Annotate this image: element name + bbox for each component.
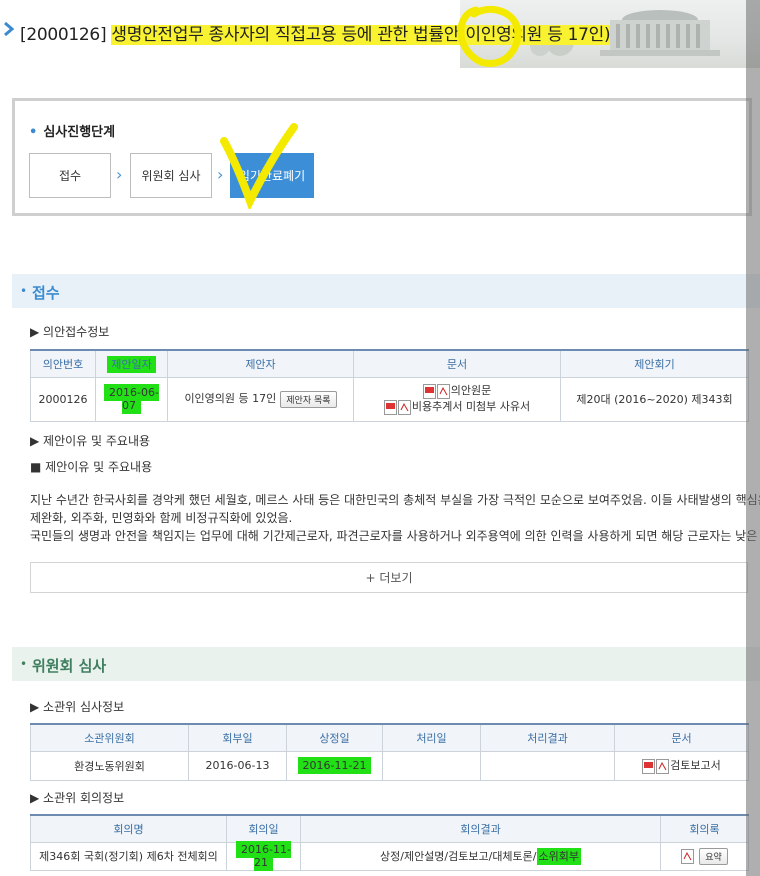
section-committee-header: • 위원회 심사 xyxy=(12,647,760,681)
pdf-file-icon[interactable] xyxy=(656,758,670,774)
receipt-info-table: 의안번호 제안일자 제안자 문서 제안회기 2000126 2016-06-07… xyxy=(30,349,749,422)
pdf-file-icon[interactable] xyxy=(681,848,695,864)
col-meeting-name: 회의명 xyxy=(30,814,227,843)
col-referral-date: 회부일 xyxy=(188,723,287,752)
review-progress-box: • 심사진행단계 접수 › 위원회 심사 › 임기만료폐기 xyxy=(12,98,752,216)
cell-committee: 환경노동위원회 xyxy=(30,750,189,781)
cell-presented-date: 2016-11-21 xyxy=(286,750,383,781)
cell-document: 검토보고서 xyxy=(614,750,749,781)
committee-review-title: ▶ 소관위 심사정보 xyxy=(30,700,125,714)
title-bullet-icon xyxy=(4,22,14,36)
col-meeting-date: 회의일 xyxy=(226,814,301,843)
col-proposal-date: 제안일자 xyxy=(95,349,168,378)
reason-text-line: 제완화, 외주화, 민영화와 함께 비정규직화에 있었음. xyxy=(30,511,293,525)
cell-meeting-date: 2016-11-21 xyxy=(226,841,301,871)
cell-documents: 의안원문 비용추계서 미첨부 사유서 xyxy=(353,376,561,422)
step-committee-review[interactable]: 위원회 심사 xyxy=(130,153,212,198)
doc-review-report[interactable]: 검토보고서 xyxy=(670,759,721,772)
proposer-list-button[interactable]: 제안자 목록 xyxy=(280,390,337,408)
committee-meeting-table: 회의명 회의일 회의결과 회의록 제346회 국회(정기회) 제6차 전체회의 … xyxy=(30,814,749,871)
col-bill-number: 의안번호 xyxy=(30,349,96,378)
committee-review-table: 소관위원회 회부일 상정일 처리일 처리결과 문서 환경노동위원회 2016-0… xyxy=(30,723,749,781)
pdf-file-icon[interactable] xyxy=(436,383,450,399)
cell-meeting-result: 상정/제안설명/검토보고/대체토론/소위회부 xyxy=(300,841,661,871)
reason-text-line: 지난 수년간 한국사회를 경악케 했던 세월호, 메르스 사태 등은 대한민국의… xyxy=(30,493,760,507)
committee-meeting-title: ▶ 소관위 회의정보 xyxy=(30,791,125,805)
cell-meeting-name: 제346회 국회(정기회) 제6차 전체회의 xyxy=(30,841,227,871)
doc-bill-original[interactable]: 의안원문 xyxy=(451,384,491,397)
progress-label: • 심사진행단계 xyxy=(29,125,116,140)
col-result: 처리결과 xyxy=(480,723,615,752)
cell-session: 제20대 (2016~2020) 제343회 xyxy=(560,376,749,422)
col-session: 제안회기 xyxy=(560,349,749,378)
hwp-file-icon[interactable] xyxy=(383,399,397,415)
reason-title: ▶ 제안이유 및 주요내용 xyxy=(30,434,151,448)
cell-referral-date: 2016-06-13 xyxy=(188,750,287,781)
section-title: 접수 xyxy=(32,284,60,302)
pdf-file-icon[interactable] xyxy=(397,399,411,415)
cell-processed-date xyxy=(382,750,481,781)
doc-cost-estimate-reason[interactable]: 비용추계서 미첨부 사유서 xyxy=(412,400,530,413)
col-committee: 소관위원회 xyxy=(30,723,189,752)
reason-subtitle: ■ 제안이유 및 주요내용 xyxy=(30,460,153,474)
col-proposer: 제안자 xyxy=(167,349,354,378)
step-receipt[interactable]: 접수 xyxy=(29,153,111,198)
col-presented-date: 상정일 xyxy=(286,723,383,752)
section-receipt-header: • 접수 xyxy=(12,274,760,308)
cell-bill-number: 2000126 xyxy=(30,376,96,422)
minutes-summary-button[interactable]: 요약 xyxy=(699,847,728,865)
step-arrow-icon: › xyxy=(116,165,123,184)
hwp-file-icon[interactable] xyxy=(422,383,436,399)
col-minutes: 회의록 xyxy=(660,814,749,843)
bill-number: [2000126] xyxy=(20,25,107,45)
col-documents: 문서 xyxy=(353,349,561,378)
cell-proposer: 이인영의원 등 17인 제안자 목록 xyxy=(167,376,354,422)
hwp-file-icon[interactable] xyxy=(642,758,656,774)
more-button[interactable]: + 더보기 xyxy=(30,562,748,593)
col-meeting-result: 회의결과 xyxy=(300,814,661,843)
cell-proposal-date: 2016-06-07 xyxy=(95,376,168,422)
yellow-check-annotation xyxy=(220,123,298,209)
cell-minutes: 요약 xyxy=(660,841,749,871)
col-document: 문서 xyxy=(614,723,749,752)
receipt-info-title: ▶ 의안접수정보 xyxy=(30,325,110,339)
reason-text-line: 국민들의 생명과 안전을 책임지는 업무에 대해 기간제근로자, 파견근로자를 … xyxy=(30,529,760,543)
section-title: 위원회 심사 xyxy=(32,657,107,675)
page-header: [2000126] 생명안전업무 종사자의 직접고용 등에 관한 법률안(이인영… xyxy=(0,0,760,68)
yellow-circle-annotation xyxy=(457,5,522,67)
cell-result xyxy=(480,750,615,781)
col-processed-date: 처리일 xyxy=(382,723,481,752)
bill-name: 생명안전업무 종사자의 직접고용 등에 관한 법률안 xyxy=(111,25,460,45)
right-edge-shadow xyxy=(746,0,760,876)
